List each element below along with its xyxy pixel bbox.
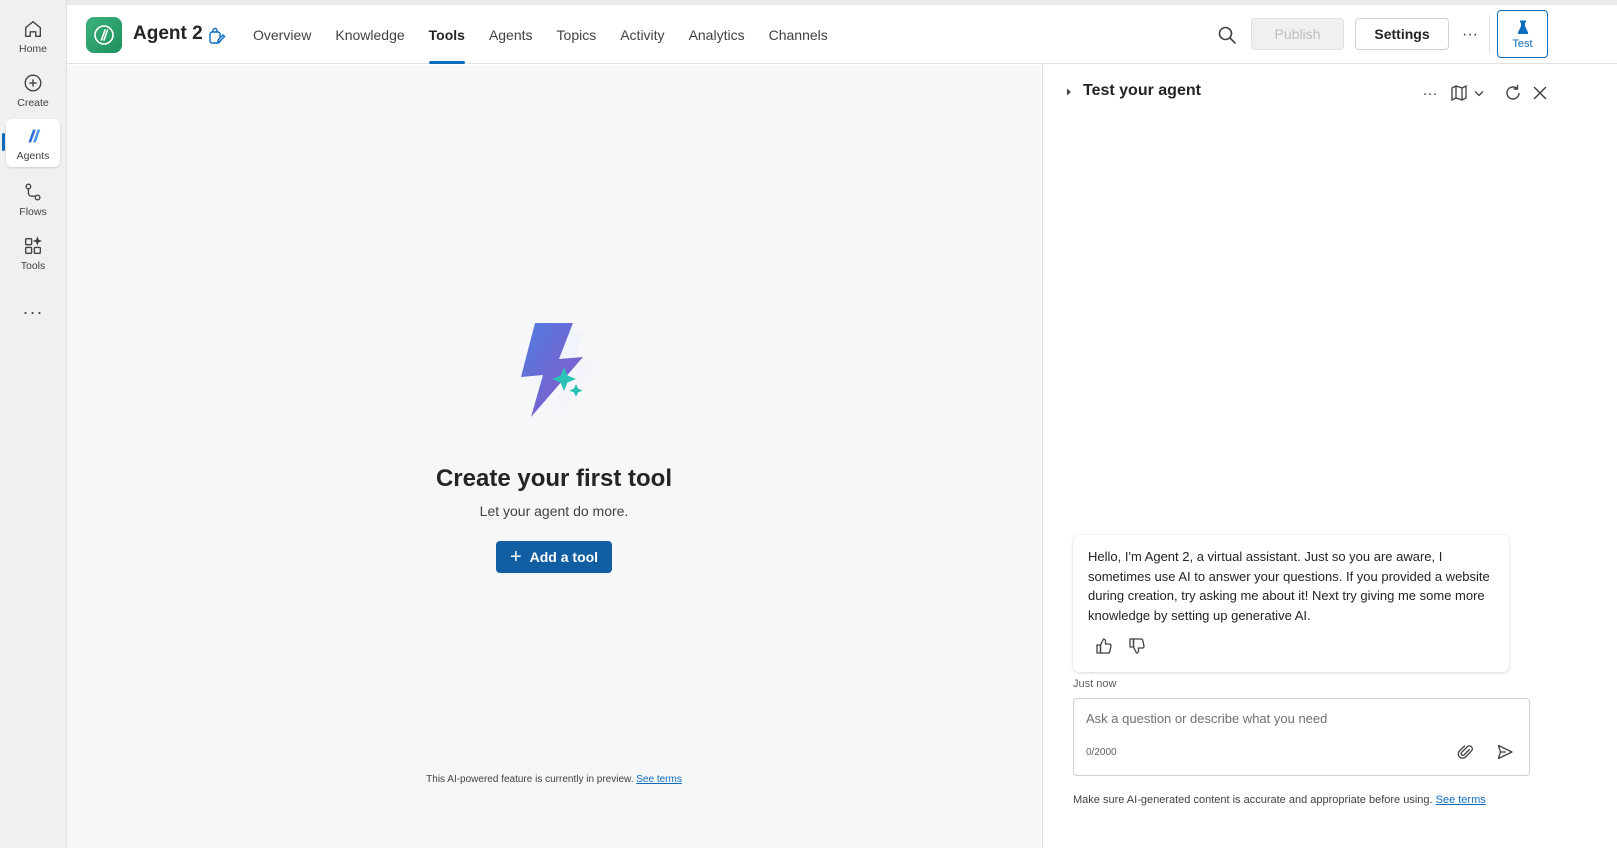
test-panel: Test your agent ··· Hello, I'm Agent 2, …: [1042, 65, 1617, 848]
rail-item-flows[interactable]: Flows: [6, 176, 60, 222]
caret-right-icon[interactable]: [1064, 87, 1074, 97]
thumbs-down-icon[interactable]: [1127, 636, 1147, 656]
refresh-icon[interactable]: [1502, 82, 1524, 104]
tab-agents[interactable]: Agents: [477, 5, 545, 64]
top-header: Agent 2 Overview Knowledge Tools Agents …: [67, 5, 1617, 64]
chat-input[interactable]: Ask a question or describe what you need: [1086, 711, 1506, 726]
rail-item-label: Tools: [20, 259, 46, 272]
agent-logo-icon: [94, 25, 114, 45]
panel-more-button[interactable]: ···: [1419, 82, 1441, 104]
test-panel-title: Test your agent: [1083, 82, 1201, 99]
char-counter: 0/2000: [1086, 747, 1117, 758]
rail-item-label: Flows: [19, 205, 47, 218]
rail-item-label: Home: [18, 42, 47, 55]
rail-item-label: Create: [17, 96, 49, 109]
bot-message-text: Hello, I'm Agent 2, a virtual assistant.…: [1088, 549, 1490, 623]
close-icon[interactable]: [1529, 82, 1551, 104]
ai-disclaimer: Make sure AI-generated content is accura…: [1073, 794, 1486, 806]
preview-note-text: This AI-powered feature is currently in …: [426, 774, 634, 785]
flask-icon: [1517, 20, 1528, 34]
rail-item-agents[interactable]: Agents: [6, 119, 60, 167]
preview-note: This AI-powered feature is currently in …: [67, 774, 1041, 785]
empty-state-title: Create your first tool: [435, 465, 673, 492]
tab-analytics[interactable]: Analytics: [677, 5, 757, 64]
agent-edit-icon[interactable]: [207, 26, 227, 46]
add-tool-label: Add a tool: [529, 549, 599, 565]
tab-tools[interactable]: Tools: [417, 5, 477, 64]
tab-bar: Overview Knowledge Tools Agents Topics A…: [241, 5, 840, 64]
home-icon: [24, 20, 42, 37]
tab-channels[interactable]: Channels: [757, 5, 840, 64]
map-icon[interactable]: [1448, 82, 1470, 104]
message-timestamp: Just now: [1073, 678, 1117, 690]
tools-icon: [24, 235, 43, 254]
chat-composer[interactable]: Ask a question or describe what you need…: [1073, 698, 1530, 776]
empty-state-subtitle: Let your agent do more.: [479, 503, 629, 519]
disclaimer-terms-link[interactable]: See terms: [1436, 794, 1486, 806]
chevron-down-icon[interactable]: [1472, 82, 1486, 104]
rail-item-label: Agents: [16, 149, 50, 162]
header-divider: [1489, 15, 1490, 53]
rail-item-home[interactable]: Home: [6, 13, 60, 59]
rail-more-button[interactable]: ···: [20, 302, 46, 322]
tools-empty-state: Create your first tool Let your agent do…: [67, 65, 1041, 848]
tab-topics[interactable]: Topics: [545, 5, 609, 64]
test-button[interactable]: Test: [1497, 10, 1548, 58]
ai-disclaimer-text: Make sure AI-generated content is accura…: [1073, 794, 1433, 806]
tab-knowledge[interactable]: Knowledge: [323, 5, 416, 64]
plus-icon: +: [509, 546, 522, 568]
add-tool-button[interactable]: + Add a tool: [496, 541, 612, 573]
tab-overview[interactable]: Overview: [241, 5, 323, 64]
search-icon[interactable]: [1215, 23, 1239, 47]
attach-icon[interactable]: [1457, 743, 1475, 761]
send-icon[interactable]: [1496, 743, 1514, 761]
left-rail: Home Create Agents Flows Tools ···: [0, 0, 67, 848]
preview-terms-link[interactable]: See terms: [636, 774, 682, 785]
plus-circle-icon: [24, 74, 42, 91]
agent-logo: [86, 17, 122, 53]
rail-item-tools[interactable]: Tools: [6, 230, 60, 276]
app-shell: Agent 2 Overview Knowledge Tools Agents …: [67, 5, 1617, 848]
flows-icon: [25, 183, 41, 200]
lightning-sparkle-icon: [521, 323, 601, 419]
bot-message-bubble: Hello, I'm Agent 2, a virtual assistant.…: [1073, 535, 1509, 672]
agents-icon: [28, 129, 41, 142]
test-button-label: Test: [1512, 37, 1533, 50]
header-more-button[interactable]: ···: [1458, 23, 1482, 47]
tab-activity[interactable]: Activity: [608, 5, 676, 64]
rail-active-indicator: [2, 133, 5, 151]
thumbs-up-icon[interactable]: [1094, 636, 1114, 656]
rail-item-create[interactable]: Create: [6, 67, 60, 113]
settings-button[interactable]: Settings: [1355, 18, 1449, 50]
publish-button[interactable]: Publish: [1251, 18, 1344, 50]
agent-name: Agent 2: [133, 23, 203, 44]
